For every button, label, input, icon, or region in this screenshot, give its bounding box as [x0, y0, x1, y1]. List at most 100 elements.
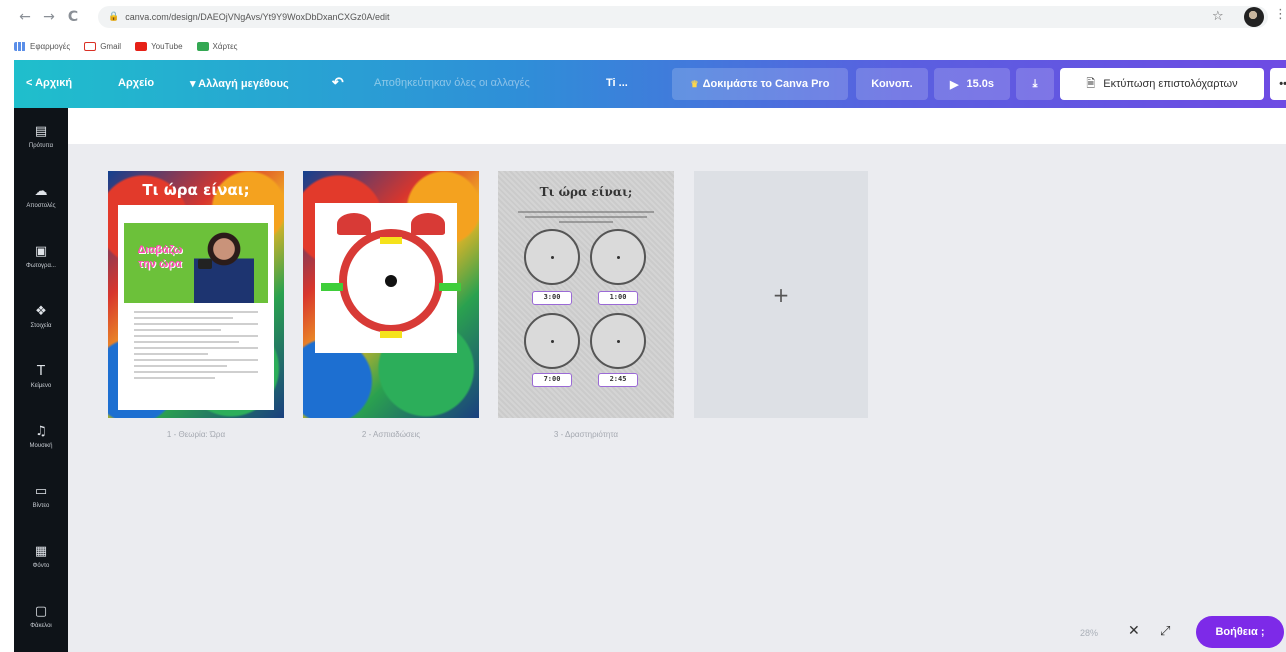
text-lines: [134, 311, 258, 383]
sidebar-item-video[interactable]: ▭ Βίντεο: [14, 472, 68, 522]
sidebar-item-label: Πρότυπα: [28, 143, 54, 149]
bookmark-youtube[interactable]: YouTube: [135, 41, 183, 51]
present-button[interactable]: ▶ 15.0s: [934, 68, 1010, 100]
sidebar-item-folders[interactable]: ▢ Φάκελοι: [14, 592, 68, 642]
reload-button[interactable]: C: [62, 9, 84, 25]
bookmark-maps[interactable]: Χάρτες: [196, 41, 238, 51]
clock-bell-left: [337, 213, 371, 235]
left-sidebar: ▤ Πρότυπα ☁ Αποστολές ▣ Φωτογρα... ❖ Στοιχεί…: [14, 108, 68, 652]
sidebar-item-elements[interactable]: ❖ Στοιχεία: [14, 292, 68, 342]
sidebar-item-label: Κείμενο: [30, 383, 52, 389]
browser-address-bar: ← → C 🔒 canva.com/design/DAEOjVNgAvs/Yt9…: [0, 0, 1286, 34]
folder-icon: ▢: [34, 604, 48, 619]
bookmark-label: Εφαρμογές: [30, 41, 71, 51]
blank-clock: [590, 313, 646, 369]
sidebar-item-uploads[interactable]: ☁ Αποστολές: [14, 172, 68, 222]
sidebar-item-text[interactable]: T Κείμενο: [14, 352, 68, 402]
time-label: 1:00: [598, 291, 638, 305]
lock-icon: 🔒: [108, 12, 120, 22]
photos-icon: ▣: [34, 244, 48, 259]
page-title: Τι ώρα είναι;: [539, 185, 633, 199]
close-icon[interactable]: ✕: [1128, 623, 1140, 639]
bookmark-gmail[interactable]: Gmail: [84, 41, 122, 51]
editor-toolbar: < Αρχική Αρχείο ▾ Αλλαγή μεγέθους ↶ Αποθ…: [14, 60, 1286, 108]
forward-button[interactable]: →: [38, 9, 60, 25]
blank-clock: [590, 229, 646, 285]
workspace-top-strip: [68, 108, 1286, 144]
undo-icon[interactable]: ↶: [332, 74, 344, 91]
bookmark-star-icon[interactable]: ☆: [1212, 9, 1224, 24]
add-page-button[interactable]: +: [694, 171, 868, 418]
sidebar-item-label: Φωτογρα...: [26, 263, 56, 269]
video-embed[interactable]: Διαβάζω την ώρα: [124, 223, 268, 303]
page-thumbnail-2[interactable]: [303, 171, 479, 418]
time-label: 3:00: [532, 291, 572, 305]
instructions-text: [518, 211, 654, 226]
clock-label-left: [321, 283, 343, 291]
play-icon: ▶: [950, 78, 959, 91]
video-title: Διαβάζω την ώρα: [137, 244, 183, 270]
design-title[interactable]: Ti ...: [606, 77, 628, 89]
page-label-3: 3 - Δραστηριότητα: [553, 430, 619, 439]
gmail-icon: [84, 41, 97, 51]
maps-icon: [196, 41, 209, 51]
home-button[interactable]: < Αρχική: [26, 77, 72, 89]
upload-icon: ☁: [34, 184, 48, 199]
download-button[interactable]: ⤓: [1016, 68, 1054, 100]
help-button[interactable]: Βοήθεια ;: [1196, 616, 1284, 648]
share-button[interactable]: Κοινοπ.: [856, 68, 928, 100]
sidebar-item-photos[interactable]: ▣ Φωτογρα...: [14, 232, 68, 282]
file-menu[interactable]: Αρχείο: [118, 77, 154, 89]
video-icon: ▭: [34, 484, 48, 499]
sidebar-item-label: Στοιχεία: [30, 323, 52, 329]
page-thumbnail-1[interactable]: Τι ώρα είναι; Διαβάζω την ώρα: [108, 171, 284, 418]
sidebar-item-background[interactable]: ▦ Φόντο: [14, 532, 68, 582]
page-title: Τι ώρα είναι;: [142, 181, 250, 199]
print-label: Εκτύπωση επιστολόχαρτων: [1103, 78, 1238, 90]
resize-menu[interactable]: ▾ Αλλαγή μεγέθους: [190, 77, 289, 90]
bookmark-label: YouTube: [151, 41, 183, 51]
music-icon: ♫: [35, 424, 47, 439]
sidebar-item-label: Αποστολές: [26, 203, 56, 209]
background-icon: ▦: [34, 544, 48, 559]
fullscreen-icon[interactable]: ⤢: [1160, 624, 1170, 639]
crown-icon: ♛: [690, 78, 699, 89]
back-button[interactable]: ←: [14, 9, 36, 25]
time-label: 7:00: [532, 373, 572, 387]
play-icon[interactable]: [198, 259, 212, 269]
bookmarks-bar: Εφαρμογές Gmail YouTube Χάρτες: [0, 34, 1286, 58]
zoom-level[interactable]: 28%: [1080, 628, 1098, 638]
sidebar-item-templates[interactable]: ▤ Πρότυπα: [14, 112, 68, 162]
bookmark-label: Χάρτες: [212, 41, 238, 51]
clock-center: [385, 275, 397, 287]
page-thumbnail-3[interactable]: Τι ώρα είναι; 3:00 1:00 7:00 2:45: [498, 171, 674, 418]
text-icon: T: [37, 364, 45, 379]
bookmark-apps[interactable]: Εφαρμογές: [14, 41, 71, 51]
share-label: Κοινοπ.: [871, 78, 913, 90]
blank-clock: [524, 313, 580, 369]
clock-label-right: [439, 283, 461, 291]
page-label-1: 1 - Θεωρία: Ώρα: [166, 430, 226, 439]
more-options-button[interactable]: •••: [1270, 68, 1286, 100]
duration-label: 15.0s: [966, 78, 994, 90]
youtube-icon: [135, 41, 148, 51]
sidebar-item-label: Φάκελοι: [30, 623, 52, 629]
clock-label-bottom: [380, 331, 402, 338]
url-text: canva.com/design/DAEOjVNgAvs/Yt9Y9WoxDbD…: [125, 12, 390, 22]
try-pro-label: Δοκιμάστε το Canva Pro: [702, 78, 830, 90]
sidebar-item-label: Μουσική: [29, 443, 53, 449]
try-pro-button[interactable]: ♛ Δοκιμάστε το Canva Pro: [672, 68, 848, 100]
url-field[interactable]: 🔒 canva.com/design/DAEOjVNgAvs/Yt9Y9WoxD…: [98, 6, 1268, 28]
apps-icon: [14, 41, 26, 51]
print-doc-icon: 🗎: [1086, 77, 1096, 90]
clock-bell-right: [411, 213, 445, 235]
bookmark-label: Gmail: [100, 41, 122, 51]
browser-menu-icon[interactable]: ⋮: [1274, 7, 1286, 22]
download-icon: ⤓: [1032, 77, 1038, 90]
time-label: 2:45: [598, 373, 638, 387]
sidebar-item-music[interactable]: ♫ Μουσική: [14, 412, 68, 462]
blank-clock: [524, 229, 580, 285]
print-button[interactable]: 🗎 Εκτύπωση επιστολόχαρτων: [1060, 68, 1264, 100]
profile-avatar[interactable]: [1244, 7, 1264, 27]
sidebar-item-label: Βίντεο: [32, 503, 50, 509]
